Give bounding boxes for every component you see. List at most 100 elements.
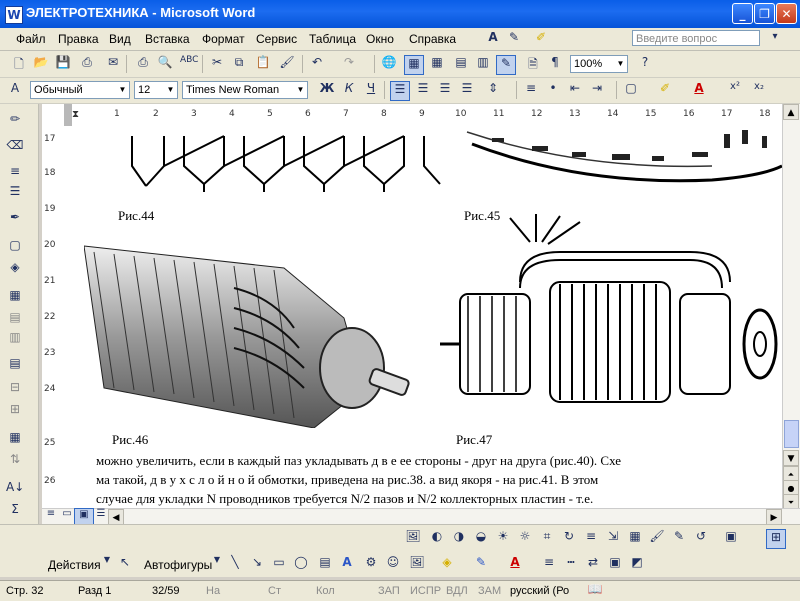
split-cells-icon[interactable]: ▥: [6, 330, 24, 348]
horizontal-ruler[interactable]: ⧗ 1 2 3 4 5 6 7 8 9 10 11 12 13 14 15 16…: [64, 104, 782, 127]
insert-table-icon[interactable]: ▦: [6, 288, 24, 306]
3d-icon[interactable]: ◩: [628, 555, 646, 573]
grid-icon[interactable]: ⊞: [766, 529, 786, 549]
outside-border-icon[interactable]: ▢: [6, 238, 24, 256]
insert-picture-icon[interactable]: 🖼: [404, 529, 422, 547]
bullets-icon[interactable]: •: [544, 81, 562, 99]
font-size-grow-icon[interactable]: A: [484, 30, 502, 48]
menu-insert[interactable]: Вставка: [145, 32, 190, 46]
save-icon[interactable]: 💾: [54, 55, 72, 73]
arrow-style-icon[interactable]: ⇄: [584, 555, 602, 573]
paste-icon[interactable]: 📋: [254, 55, 272, 73]
textbox-icon[interactable]: ▤: [316, 555, 334, 573]
clipart-icon[interactable]: ☺: [384, 555, 402, 573]
help-dropdown-icon[interactable]: ▾: [766, 31, 784, 49]
crop-icon[interactable]: ⌗: [538, 529, 556, 547]
menu-table[interactable]: Таблица: [309, 32, 356, 46]
menu-window[interactable]: Окно: [366, 32, 394, 46]
pencil-icon[interactable]: ✏: [6, 112, 24, 130]
scroll-up-icon[interactable]: ▲: [783, 104, 799, 120]
document-map-icon[interactable]: 🗎: [524, 55, 542, 73]
menu-tools[interactable]: Сервис: [256, 32, 297, 46]
permission-icon[interactable]: ⎙: [78, 55, 96, 73]
dash-style-icon[interactable]: ┅: [562, 555, 580, 573]
more-contrast-icon[interactable]: ◑: [450, 529, 468, 547]
document-page[interactable]: Рис.44 Рис.45 Рис.46 Рис.47 можно увелич…: [64, 126, 782, 508]
bold-button[interactable]: Ж: [318, 81, 336, 99]
eraser-icon[interactable]: ⌫: [6, 138, 24, 156]
compress-icon[interactable]: ⇲: [604, 529, 622, 547]
scroll-left-icon[interactable]: ◀: [108, 509, 124, 525]
line-icon[interactable]: ╲: [226, 555, 244, 573]
close-button[interactable]: ✕: [776, 3, 797, 24]
vertical-scrollbar[interactable]: ▲ ▼ ⏶ ● ⏷: [782, 104, 800, 510]
align-right-icon[interactable]: ☰: [436, 81, 454, 99]
style-select[interactable]: Обычный ▼: [30, 81, 130, 99]
scroll-thumb[interactable]: [784, 420, 799, 448]
border-color-icon[interactable]: ✒: [6, 210, 24, 228]
font-color-icon[interactable]: A: [506, 555, 524, 573]
reset-picture-icon[interactable]: ↺: [692, 529, 710, 547]
title-bar[interactable]: W ЭЛЕКТРОТЕХНИКА - Microsoft Word _ ❐ ✕: [0, 0, 800, 28]
line-color-icon[interactable]: ✎: [472, 555, 490, 573]
status-ext[interactable]: ВДЛ: [446, 585, 468, 597]
insert-table-icon[interactable]: ▦: [428, 55, 446, 73]
font-select[interactable]: Times New Roman ▼: [182, 81, 308, 99]
line-style-icon[interactable]: ≡: [6, 164, 24, 182]
indent-marker-icon[interactable]: ⧗: [72, 109, 79, 120]
less-contrast-icon[interactable]: ◒: [472, 529, 490, 547]
less-brightness-icon[interactable]: ☼: [516, 529, 534, 547]
open-icon[interactable]: 📂: [32, 55, 50, 73]
minimize-button[interactable]: _: [732, 3, 753, 24]
chevron-down-icon[interactable]: ▼: [98, 555, 116, 573]
shading-color-icon[interactable]: ◈: [6, 260, 24, 278]
wordart-icon[interactable]: A: [338, 555, 356, 573]
rotate-icon[interactable]: ↻: [560, 529, 578, 547]
italic-button[interactable]: К: [340, 81, 358, 99]
spelling-icon[interactable]: ABC: [180, 55, 198, 73]
print-preview-icon[interactable]: 🔍: [156, 55, 174, 73]
styles-formatting-icon[interactable]: A: [6, 81, 24, 99]
distribute-rows-icon[interactable]: ⊟: [6, 380, 24, 398]
line-weight-icon[interactable]: ☰: [6, 184, 24, 202]
subscript-icon[interactable]: x₂: [750, 81, 768, 99]
spelling-status-icon[interactable]: 📖: [586, 582, 604, 600]
columns-icon[interactable]: ▥: [474, 55, 492, 73]
help-search-input[interactable]: Введите вопрос: [632, 30, 760, 46]
highlight-icon[interactable]: ✐: [532, 30, 550, 48]
format-picture-icon[interactable]: 🖌: [648, 529, 666, 547]
redo-icon[interactable]: ↷: [340, 55, 358, 73]
horizontal-scrollbar[interactable]: ≡ ▭ ▣ ☰ ◀ ▶: [42, 508, 800, 528]
undo-icon[interactable]: ↶: [308, 55, 326, 73]
text-wrapping-icon[interactable]: ▦: [626, 529, 644, 547]
copy-icon[interactable]: ⧉: [230, 55, 248, 73]
hyperlink-icon[interactable]: 🌐: [380, 55, 398, 73]
merge-cells-icon[interactable]: ▤: [6, 310, 24, 328]
text-direction-icon[interactable]: ⇅: [6, 452, 24, 470]
email-icon[interactable]: ✉: [104, 55, 122, 73]
line-spacing-icon[interactable]: ⇕: [484, 81, 502, 99]
more-brightness-icon[interactable]: ☀: [494, 529, 512, 547]
cut-icon[interactable]: ✂: [208, 55, 226, 73]
maximize-button[interactable]: ❐: [754, 3, 775, 24]
highlight-color-icon[interactable]: ✐: [656, 81, 674, 99]
scroll-down-icon[interactable]: ▼: [783, 450, 799, 466]
font-color-icon[interactable]: A: [690, 81, 708, 99]
scroll-right-icon[interactable]: ▶: [766, 509, 782, 525]
underline-button[interactable]: Ч: [362, 81, 380, 99]
chevron-down-icon[interactable]: ▼: [208, 555, 226, 573]
menu-view[interactable]: Вид: [109, 32, 131, 46]
image-control-icon[interactable]: ◐: [428, 529, 446, 547]
show-formatting-icon[interactable]: ¶: [546, 55, 564, 73]
sum-icon[interactable]: Σ: [6, 502, 24, 520]
autoshapes-menu[interactable]: Автофигуры: [144, 558, 212, 572]
distribute-columns-icon[interactable]: ⊞: [6, 402, 24, 420]
borders-icon[interactable]: ▢: [622, 81, 640, 99]
print-icon[interactable]: ⎙: [134, 55, 152, 73]
tables-borders-icon[interactable]: ▦: [404, 55, 424, 75]
menu-help[interactable]: Справка: [409, 32, 456, 46]
menu-file[interactable]: Файл: [16, 32, 46, 46]
align-left-icon[interactable]: ☰: [390, 81, 410, 101]
insert-picture-icon[interactable]: 🖼: [408, 555, 426, 573]
new-document-icon[interactable]: 🗋: [10, 55, 28, 73]
